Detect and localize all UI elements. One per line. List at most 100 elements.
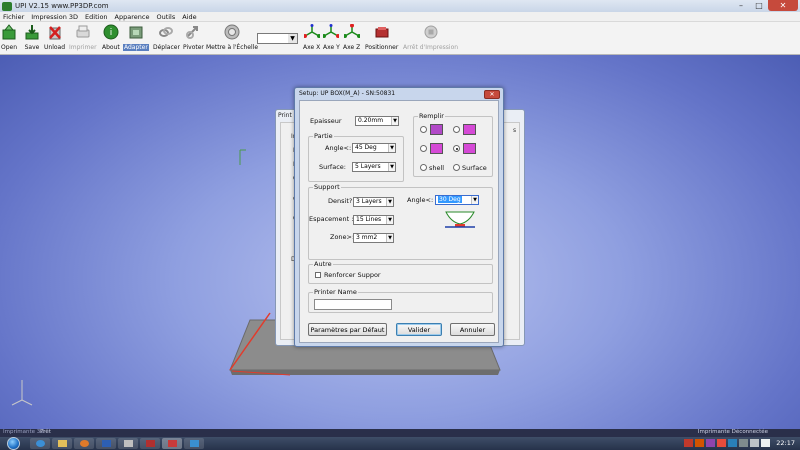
unload-button[interactable]: Unload bbox=[44, 24, 65, 51]
fill-radio-3[interactable] bbox=[420, 145, 427, 152]
unload-icon bbox=[47, 24, 63, 41]
mettre-echelle-button[interactable]: Mettre à l'Échelle bbox=[206, 24, 258, 51]
app-icon bbox=[123, 440, 133, 447]
defaults-button[interactable]: Paramètres par Défaut bbox=[308, 323, 387, 336]
network-icon[interactable] bbox=[750, 439, 759, 447]
partie-angle-select[interactable]: 45 Deg ▼ bbox=[352, 143, 396, 153]
status-left: Imprimante 3D bbox=[3, 429, 45, 435]
save-icon bbox=[24, 24, 40, 41]
printer-status: Imprimante Déconnectée bbox=[697, 429, 768, 435]
taskbar-upi[interactable] bbox=[162, 438, 182, 449]
print-side-glyph: s bbox=[513, 127, 517, 134]
menu-impression-3d[interactable]: Impression 3D bbox=[31, 13, 78, 21]
taskbar-ie[interactable] bbox=[30, 438, 50, 449]
support-angle-select[interactable]: 30 Deg ▼ bbox=[435, 195, 479, 205]
setup-dialog-title: Setup: UP BOX(M_A) - SN:50831 bbox=[299, 90, 396, 97]
toolbar: Open Save Unload Imprimer i About Adapte… bbox=[0, 22, 800, 55]
maximize-button[interactable]: □ bbox=[750, 0, 768, 11]
deplacer-button[interactable]: Déplacer bbox=[153, 24, 180, 51]
support-densite-value: 3 Layers bbox=[356, 198, 382, 205]
chevron-down-icon: ▼ bbox=[388, 144, 395, 152]
menu-outils[interactable]: Outils bbox=[156, 13, 175, 21]
taskbar-app[interactable] bbox=[140, 438, 160, 449]
surface-radio[interactable] bbox=[453, 164, 460, 171]
move-icon bbox=[158, 24, 174, 41]
stop-icon bbox=[423, 24, 439, 41]
support-zone-select[interactable]: 3 mm2 ▼ bbox=[353, 233, 394, 243]
tray-icon[interactable] bbox=[728, 439, 737, 447]
window-title: UPI V2.15 www.PP3DP.com bbox=[15, 2, 109, 10]
tray-icon[interactable] bbox=[706, 439, 715, 447]
axe-y-button[interactable]: Axe Y bbox=[323, 24, 340, 51]
tray-icon[interactable] bbox=[695, 439, 704, 447]
valider-button[interactable]: Valider bbox=[396, 323, 442, 336]
epaisseur-value: 0.20mm bbox=[358, 117, 384, 124]
close-button[interactable]: ✕ bbox=[768, 0, 798, 11]
adapter-icon bbox=[128, 24, 144, 41]
svg-text:i: i bbox=[110, 28, 113, 38]
taskbar-app[interactable] bbox=[184, 438, 204, 449]
support-angle-value: 30 Deg bbox=[438, 196, 462, 203]
partie-surface-select[interactable]: 5 Layers ▼ bbox=[352, 162, 396, 172]
arret-impression-button[interactable]: Arrêt d'Impression bbox=[403, 24, 458, 51]
axe-z-button[interactable]: Axe Z bbox=[343, 24, 360, 51]
support-angle-label: Angle<: bbox=[407, 196, 434, 204]
autre-group: Autre Renforcer Suppor bbox=[308, 260, 493, 284]
fill-radio-1[interactable] bbox=[420, 126, 427, 133]
support-group: Support Densit? 3 Layers ▼ Angle<: 30 De… bbox=[308, 183, 493, 260]
setup-close-button[interactable]: ✕ bbox=[484, 90, 500, 99]
taskbar-folder[interactable] bbox=[52, 438, 72, 449]
surface-radio-label: Surface bbox=[462, 164, 487, 172]
support-espacement-select[interactable]: 15 Lines ▼ bbox=[353, 215, 394, 225]
fill-radio-2[interactable] bbox=[453, 126, 460, 133]
view-select[interactable]: ▼ bbox=[257, 33, 298, 44]
tray-icon[interactable] bbox=[717, 439, 726, 447]
tray-icon[interactable] bbox=[684, 439, 693, 447]
printer-name-input[interactable] bbox=[314, 299, 392, 310]
open-button[interactable]: Open bbox=[1, 24, 17, 51]
remplir-group-label: Remplir bbox=[418, 112, 445, 120]
minimize-button[interactable]: – bbox=[732, 0, 750, 11]
renforcer-support-checkbox[interactable] bbox=[315, 272, 321, 278]
chevron-down-icon: ▼ bbox=[471, 196, 478, 204]
tray-icon[interactable] bbox=[739, 439, 748, 447]
axis-z-icon bbox=[343, 24, 360, 41]
support-densite-select[interactable]: 3 Layers ▼ bbox=[353, 197, 394, 207]
menu-aide[interactable]: Aide bbox=[182, 13, 196, 21]
support-espacement-value: 15 Lines bbox=[356, 216, 382, 223]
printer-icon bbox=[75, 24, 91, 41]
windows-orb-icon bbox=[6, 437, 20, 450]
taskbar-word[interactable] bbox=[96, 438, 116, 449]
taskbar-app[interactable] bbox=[118, 438, 138, 449]
annuler-button[interactable]: Annuler bbox=[450, 323, 495, 336]
menu-apparence[interactable]: Apparence bbox=[115, 13, 150, 21]
taskbar-media[interactable] bbox=[74, 438, 94, 449]
partie-angle-label: Angle<: bbox=[325, 144, 352, 152]
position-icon bbox=[374, 24, 390, 41]
about-button[interactable]: i About bbox=[102, 24, 120, 51]
support-densite-label: Densit? bbox=[328, 197, 353, 205]
menu-fichier[interactable]: Fichier bbox=[3, 13, 24, 21]
fill-radio-4[interactable] bbox=[453, 145, 460, 152]
axe-x-button[interactable]: Axe X bbox=[303, 24, 320, 51]
app-icon bbox=[189, 440, 199, 447]
menu-edition[interactable]: Edition bbox=[85, 13, 108, 21]
pivoter-button[interactable]: Pivoter bbox=[183, 24, 204, 51]
save-button[interactable]: Save bbox=[24, 24, 40, 51]
start-button[interactable] bbox=[2, 437, 24, 450]
imprimer-button[interactable]: Imprimer bbox=[69, 24, 97, 51]
status-ready: Prêt bbox=[40, 429, 51, 435]
epaisseur-select[interactable]: 0.20mm ▼ bbox=[355, 116, 399, 126]
adapter-button[interactable]: Adapter bbox=[123, 24, 149, 51]
chevron-down-icon: ▼ bbox=[386, 234, 393, 242]
partie-angle-value: 45 Deg bbox=[355, 144, 377, 151]
setup-dialog: Setup: UP BOX(M_A) - SN:50831 ✕ Epaisseu… bbox=[294, 87, 504, 347]
fill-medium-icon bbox=[463, 124, 476, 135]
positionner-button[interactable]: Positionner bbox=[365, 24, 398, 51]
word-icon bbox=[101, 440, 111, 447]
printer-name-group: Printer Name bbox=[308, 288, 493, 313]
fill-hollow-icon bbox=[463, 143, 476, 154]
autre-group-label: Autre bbox=[313, 260, 333, 268]
volume-icon[interactable] bbox=[761, 439, 770, 447]
shell-radio[interactable] bbox=[420, 164, 427, 171]
